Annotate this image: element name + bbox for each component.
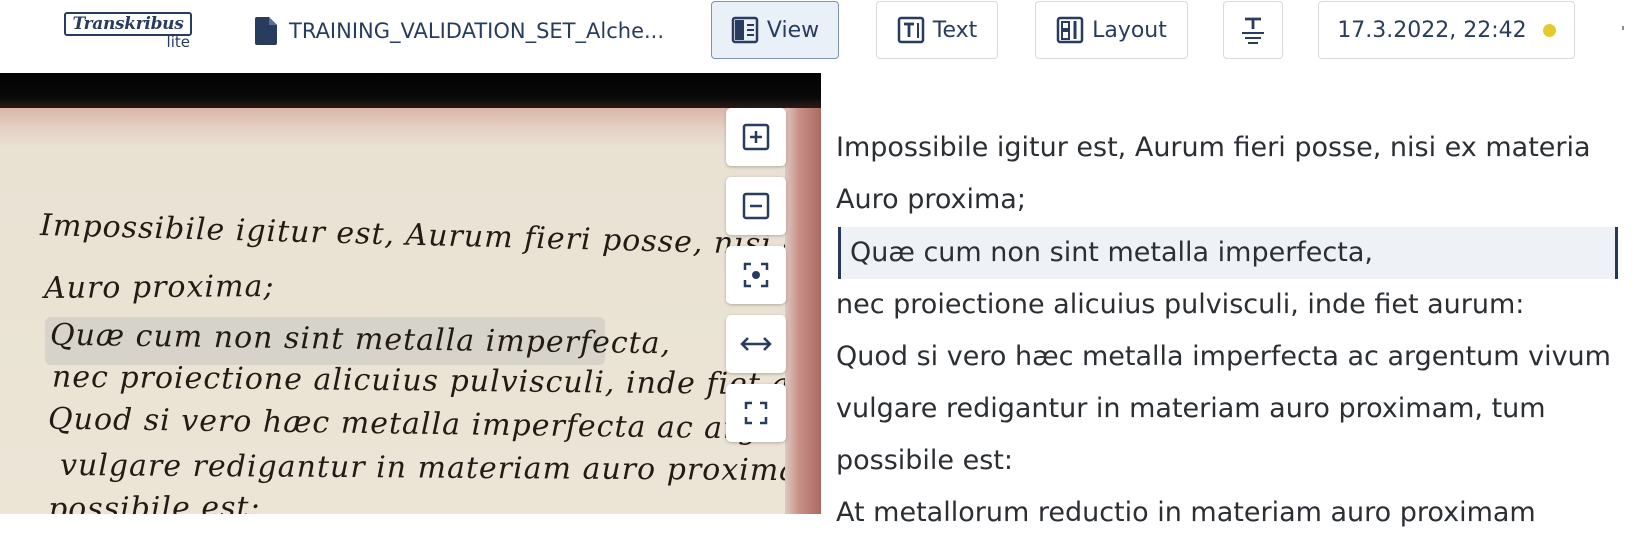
- document-title-text: TRAINING_VALIDATION_SET_Alche...: [289, 19, 665, 43]
- page-spine: [785, 108, 821, 514]
- top-toolbar: Transkribus lite TRAINING_VALIDATION_SET…: [0, 0, 1638, 73]
- zoom-out-icon: [742, 192, 770, 220]
- transcription-line-selected[interactable]: Quæ cum non sint metalla imperfecta,: [838, 227, 1618, 279]
- save-timestamp: 17.3.2022, 22:42: [1337, 17, 1527, 43]
- layout-button[interactable]: Layout: [1035, 1, 1188, 59]
- focus-button[interactable]: [726, 246, 786, 304]
- image-viewer[interactable]: Impossibile igitur est, Aurum fieri poss…: [0, 73, 821, 514]
- transcription-line[interactable]: possibile est:: [836, 435, 1616, 487]
- transcription-line[interactable]: Impossibile igitur est, Aurum fieri poss…: [836, 122, 1616, 174]
- transcription-line[interactable]: Quod si vero hæc metalla imperfecta ac a…: [836, 331, 1616, 383]
- scan-dark-margin: [0, 73, 821, 108]
- handwriting-line: Quod si vero hæc metalla imperfecta ac a…: [47, 401, 821, 450]
- zoom-in-button[interactable]: [726, 108, 786, 166]
- view-panel-icon: [731, 16, 759, 44]
- handwriting-line: nec proiectione alicuius pulvisculi, ind…: [51, 359, 821, 404]
- fit-width-icon: [740, 334, 772, 354]
- document-title[interactable]: TRAINING_VALIDATION_SET_Alche...: [255, 14, 664, 48]
- save-status-dot: [1542, 23, 1556, 37]
- manuscript-scan: Impossibile igitur est, Aurum fieri poss…: [0, 108, 821, 514]
- view-button[interactable]: View: [711, 1, 839, 59]
- transcription-line[interactable]: At metallorum reductio in materiam auro …: [836, 487, 1616, 539]
- transcription-line[interactable]: Auro proxima;: [836, 174, 1616, 226]
- overflow-menu-handle[interactable]: [1622, 26, 1630, 30]
- logo-subtitle: lite: [166, 33, 190, 51]
- transcription-editor[interactable]: Impossibile igitur est, Aurum fieri poss…: [824, 73, 1638, 528]
- save-status-button[interactable]: 17.3.2022, 22:42: [1318, 1, 1575, 59]
- text-format-icon: [1239, 15, 1267, 45]
- handwriting-line: Impossibile igitur est, Aurum fieri poss…: [39, 208, 821, 267]
- text-button[interactable]: Text: [876, 1, 998, 59]
- focus-icon: [742, 261, 770, 289]
- handwriting-line: possibile est:: [47, 490, 261, 514]
- fullscreen-icon: [744, 401, 768, 425]
- transkribus-logo[interactable]: Transkribus lite: [64, 12, 192, 51]
- file-icon: [255, 17, 277, 45]
- text-button-label: Text: [932, 17, 978, 43]
- transcription-line[interactable]: vulgare redigantur in materiam auro prox…: [836, 383, 1616, 435]
- transcription-line[interactable]: nec proiectione alicuius pulvisculi, ind…: [836, 279, 1616, 331]
- text-box-icon: [897, 16, 925, 44]
- handwriting-line: Auro proxima;: [43, 268, 275, 307]
- layout-icon: [1056, 16, 1084, 44]
- layout-button-label: Layout: [1092, 17, 1167, 43]
- zoom-in-icon: [742, 123, 770, 151]
- zoom-out-button[interactable]: [726, 177, 786, 235]
- fullscreen-button[interactable]: [726, 384, 786, 442]
- fit-width-button[interactable]: [726, 315, 786, 373]
- handwriting-line: vulgare redigantur in materiam auro prox…: [59, 448, 821, 489]
- text-format-button[interactable]: [1223, 1, 1283, 59]
- view-button-label: View: [766, 17, 820, 43]
